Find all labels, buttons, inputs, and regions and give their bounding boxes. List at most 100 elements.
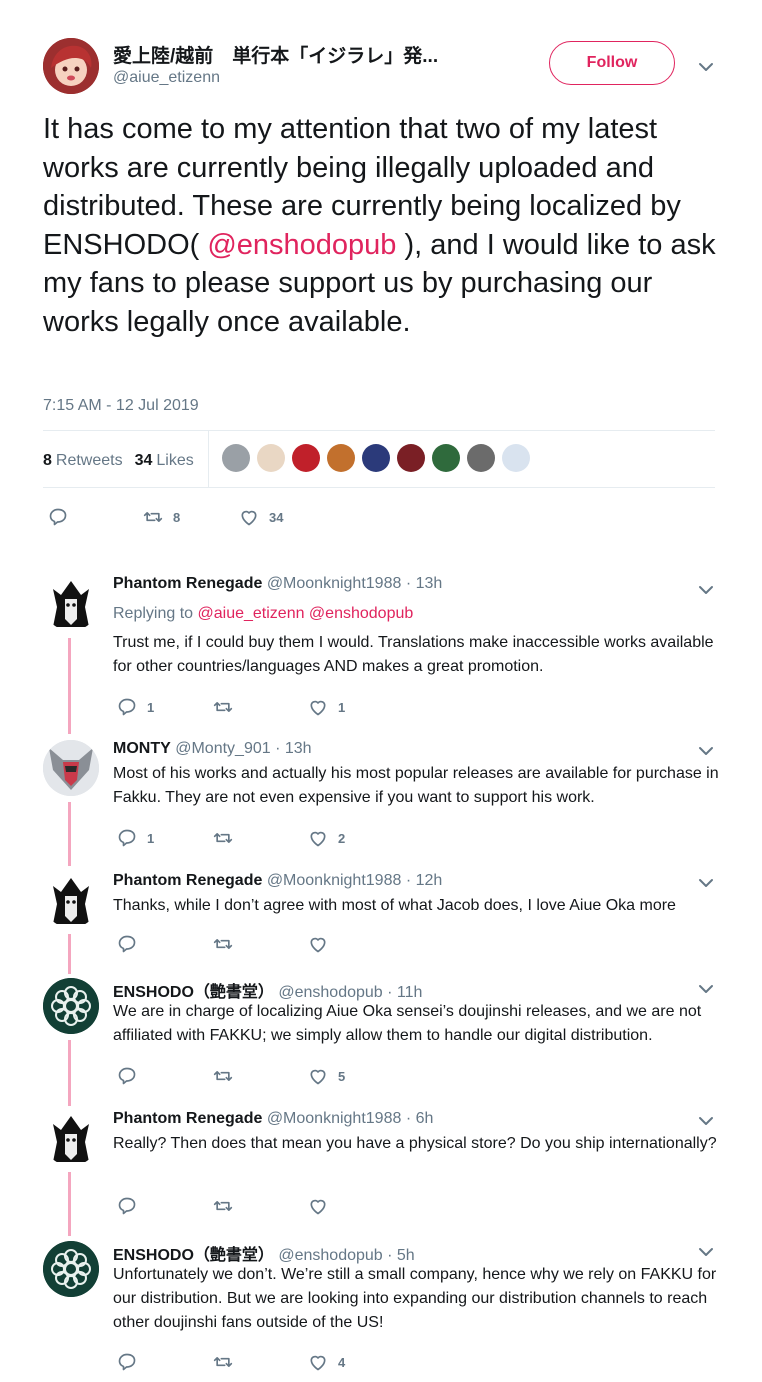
reply-text: Most of his works and actually his most … — [113, 765, 719, 806]
avatar[interactable] — [467, 444, 495, 472]
reply-author-handle[interactable]: @Moonknight1988 · 12h — [267, 872, 442, 889]
like-count: 5 — [338, 1068, 346, 1084]
avatar[interactable] — [257, 444, 285, 472]
tweet-timestamp[interactable]: 7:15 AM - 12 Jul 2019 — [43, 397, 199, 415]
chevron-down-icon[interactable] — [696, 1114, 716, 1128]
reply-button[interactable]: 1 — [117, 697, 154, 717]
retweet-button[interactable] — [213, 1066, 243, 1086]
like-button[interactable]: 2 — [308, 828, 345, 848]
avatar[interactable] — [43, 575, 99, 631]
retweet-button[interactable] — [213, 828, 243, 848]
thread-line — [68, 1172, 71, 1236]
reply-author-name[interactable]: Phantom Renegade — [113, 1110, 262, 1127]
reply-button[interactable] — [117, 1352, 147, 1372]
reply-author-name[interactable]: MONTY — [113, 740, 171, 757]
avatar[interactable] — [222, 444, 250, 472]
reply-author-name[interactable]: ENSHODO（艶書堂） — [113, 1247, 274, 1264]
reply-author-name[interactable]: Phantom Renegade — [113, 872, 262, 889]
reply-button[interactable] — [117, 1066, 147, 1086]
avatar[interactable] — [362, 444, 390, 472]
like-button[interactable]: 5 — [308, 1066, 345, 1086]
reply-author-handle[interactable]: @Moonknight1988 · 6h — [267, 1110, 434, 1127]
avatar[interactable] — [292, 444, 320, 472]
reply-header: MONTY @Monty_901 · 13h — [113, 740, 312, 758]
tweet-header: 愛上陸/越前 単行本「イジラレ」発... @aiue_etizenn Follo… — [43, 38, 723, 94]
retweet-button[interactable] — [213, 697, 243, 717]
thread-line — [68, 1040, 71, 1106]
reply-button[interactable] — [117, 934, 147, 954]
chevron-down-icon[interactable] — [696, 876, 716, 890]
divider — [43, 487, 715, 488]
replying-to-label: Replying to — [113, 605, 194, 622]
reply-button[interactable] — [117, 1196, 147, 1216]
divider — [43, 430, 715, 431]
reply-button[interactable] — [48, 507, 78, 527]
retweets-stat[interactable]: 8 Retweets — [43, 452, 123, 470]
chevron-down-icon[interactable] — [696, 1245, 716, 1259]
avatar[interactable] — [432, 444, 460, 472]
retweet-button[interactable] — [213, 1196, 243, 1216]
likes-stat[interactable]: 34 Likes — [135, 452, 194, 470]
reply-count: 1 — [147, 699, 155, 715]
like-count: 2 — [338, 830, 346, 846]
like-button[interactable]: 34 — [239, 507, 283, 527]
stats-separator — [208, 430, 209, 488]
like-button[interactable]: 1 — [308, 697, 345, 717]
reply-header: ENSHODO（艶書堂） @enshodopub · 5h — [113, 1241, 415, 1265]
reply-text: Trust me, if I could buy them I would. T… — [113, 634, 714, 675]
reply-count: 1 — [147, 830, 155, 846]
likes-label: Likes — [156, 452, 194, 469]
reply-text: Thanks, while I don’t agree with most of… — [113, 897, 676, 914]
reply-header: ENSHODO（艶書堂） @enshodopub · 11h — [113, 978, 422, 1002]
like-count: 34 — [269, 509, 284, 525]
likers-avatars — [222, 444, 537, 474]
retweet-button[interactable] — [213, 1352, 243, 1372]
like-count: 4 — [338, 1354, 346, 1370]
follow-button[interactable]: Follow — [549, 41, 675, 85]
tweet-stats: 8 Retweets 34 Likes — [43, 449, 194, 473]
retweet-button[interactable]: 8 — [143, 507, 180, 527]
reply-button[interactable]: 1 — [117, 828, 154, 848]
like-button[interactable]: 4 — [308, 1352, 345, 1372]
chevron-down-icon[interactable] — [696, 60, 716, 74]
avatar[interactable] — [397, 444, 425, 472]
like-button[interactable] — [308, 1196, 338, 1216]
reply-text: Really? Then does that mean you have a p… — [113, 1135, 717, 1152]
reply-author-name[interactable]: ENSHODO（艶書堂） — [113, 984, 274, 1001]
author-name[interactable]: 愛上陸/越前 単行本「イジラレ」発... — [113, 41, 513, 68]
reply-text: We are in charge of localizing Aiue Oka … — [113, 1003, 702, 1044]
like-button[interactable] — [308, 934, 338, 954]
reply-author-handle[interactable]: @Monty_901 · 13h — [175, 740, 311, 757]
author-handle[interactable]: @aiue_etizenn — [113, 69, 220, 87]
avatar[interactable] — [43, 872, 99, 928]
chevron-down-icon[interactable] — [696, 744, 716, 758]
avatar[interactable] — [502, 444, 530, 472]
author-avatar[interactable] — [43, 38, 99, 94]
reply-author-handle[interactable]: @enshodopub · 5h — [278, 1247, 414, 1264]
thread-line — [68, 802, 71, 866]
reply-header: Phantom Renegade @Moonknight1988 · 6h — [113, 1110, 433, 1128]
tweet-text: It has come to my attention that two of … — [43, 110, 723, 341]
retweets-label: Retweets — [55, 452, 123, 469]
chevron-down-icon[interactable] — [696, 982, 716, 996]
like-count: 1 — [338, 699, 346, 715]
replying-to: Replying to @aiue_etizenn @enshodopub — [113, 605, 413, 623]
reply-author-handle[interactable]: @enshodopub · 11h — [278, 984, 422, 1001]
avatar[interactable] — [43, 740, 99, 796]
avatar[interactable] — [43, 1241, 99, 1297]
reply-header: Phantom Renegade @Moonknight1988 · 13h — [113, 575, 442, 593]
mention-link[interactable]: @enshodopub — [207, 229, 396, 261]
reply-author-name[interactable]: Phantom Renegade — [113, 575, 262, 592]
retweet-count: 8 — [173, 509, 181, 525]
reply-text: Unfortunately we don’t. We’re still a sm… — [113, 1266, 717, 1331]
reply-author-handle[interactable]: @Moonknight1988 · 13h — [267, 575, 442, 592]
thread-line — [68, 934, 71, 974]
avatar[interactable] — [43, 978, 99, 1034]
reply-header: Phantom Renegade @Moonknight1988 · 12h — [113, 872, 442, 890]
chevron-down-icon[interactable] — [696, 583, 716, 597]
replying-to-mentions[interactable]: @aiue_etizenn @enshodopub — [198, 605, 414, 622]
avatar[interactable] — [43, 1110, 99, 1166]
retweets-count: 8 — [43, 452, 52, 469]
avatar[interactable] — [327, 444, 355, 472]
retweet-button[interactable] — [213, 934, 243, 954]
